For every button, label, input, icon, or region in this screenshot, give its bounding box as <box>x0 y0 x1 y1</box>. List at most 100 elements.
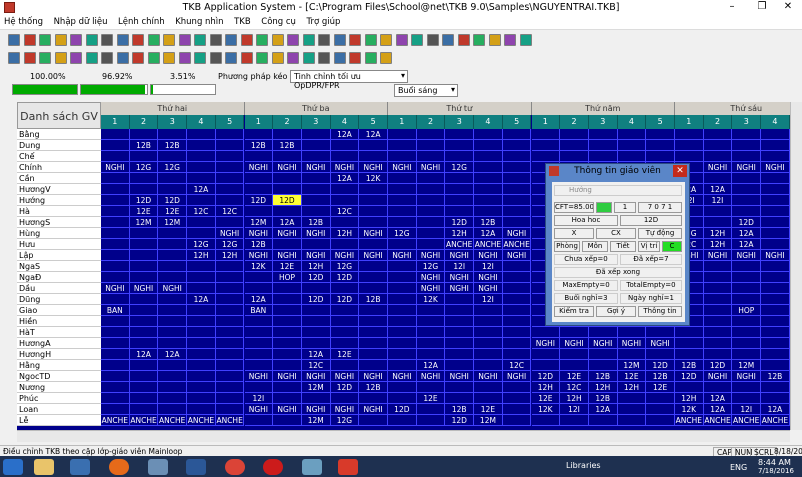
timetable-cell[interactable] <box>215 327 245 338</box>
timetable-cell[interactable]: 12M <box>129 217 159 228</box>
timetable-cell[interactable] <box>646 404 675 415</box>
timetable-cell[interactable] <box>187 283 216 294</box>
timetable-cell[interactable] <box>301 327 331 338</box>
timetable-cell[interactable] <box>732 151 762 162</box>
phong-button[interactable]: Phòng <box>554 241 580 252</box>
timetable-cell[interactable]: 12H <box>703 228 733 239</box>
timetable-cell[interactable] <box>761 349 790 360</box>
timetable-cell[interactable]: 12D <box>244 195 274 206</box>
timetable-cell[interactable]: NGHI <box>703 250 733 261</box>
timetable-cell[interactable]: NGHI <box>703 162 733 173</box>
chrome-icon[interactable] <box>225 459 245 475</box>
timetable-cell[interactable] <box>761 261 790 272</box>
timetable-cell[interactable]: 12A <box>703 393 733 404</box>
timetable-cell[interactable] <box>675 140 704 151</box>
timetable-cell[interactable] <box>388 305 417 316</box>
timetable-cell[interactable] <box>101 140 130 151</box>
timetable-cell[interactable] <box>301 129 331 140</box>
timetable-cell[interactable] <box>101 404 130 415</box>
timetable-cell[interactable] <box>129 294 159 305</box>
toolbar-button-icon[interactable] <box>101 52 113 64</box>
timetable-cell[interactable]: NGHI <box>301 404 331 415</box>
timetable-cell[interactable]: 12I <box>244 393 274 404</box>
timetable-cell[interactable] <box>761 382 790 393</box>
timetable-cell[interactable] <box>732 316 762 327</box>
timetable-cell[interactable] <box>215 371 245 382</box>
timetable-cell[interactable] <box>101 294 130 305</box>
timetable-cell[interactable] <box>761 206 790 217</box>
timetable-cell[interactable] <box>330 338 360 349</box>
timetable-cell[interactable]: 12E <box>531 393 561 404</box>
minimize-button[interactable]: – <box>718 0 746 15</box>
timetable-cell[interactable]: 12G <box>416 261 446 272</box>
timetable-cell[interactable] <box>560 327 589 338</box>
timetable-cell[interactable]: 12D <box>301 294 331 305</box>
timetable-cell[interactable] <box>502 129 532 140</box>
timetable-cell[interactable]: 12B <box>158 140 188 151</box>
timetable-cell[interactable]: 12C <box>215 206 245 217</box>
timetable-cell[interactable]: ANCHE <box>502 239 532 250</box>
timetable-cell[interactable] <box>617 327 647 338</box>
teacher-row-name[interactable]: NgaS <box>17 261 101 272</box>
timetable-cell[interactable] <box>388 316 417 327</box>
toolbar-button-icon[interactable] <box>147 52 160 64</box>
timetable-cell[interactable]: NGHI <box>359 228 388 239</box>
timetable-cell[interactable] <box>502 327 532 338</box>
timetable-cell[interactable]: NGHI <box>388 371 417 382</box>
timetable-cell[interactable] <box>761 305 790 316</box>
timetable-cell[interactable]: 12G <box>129 162 159 173</box>
toolbar-button-icon[interactable] <box>54 52 67 64</box>
toolbar-button-icon[interactable] <box>349 34 361 46</box>
timetable-cell[interactable]: ANCHE <box>158 415 188 426</box>
timetable-cell[interactable]: 12A <box>273 217 302 228</box>
timetable-cell[interactable]: 12I <box>445 261 475 272</box>
timetable-cell[interactable] <box>129 261 159 272</box>
timetable-cell[interactable] <box>388 217 417 228</box>
timetable-cell[interactable] <box>388 129 417 140</box>
teacher-row-name[interactable]: Dầu <box>17 283 101 294</box>
timetable-cell[interactable] <box>761 217 790 228</box>
timetable-cell[interactable] <box>531 349 561 360</box>
timetable-cell[interactable] <box>215 338 245 349</box>
timetable-cell[interactable] <box>158 360 188 371</box>
timetable-cell[interactable] <box>388 382 417 393</box>
vitri-button[interactable]: Vị trí <box>638 241 660 252</box>
timetable-cell[interactable] <box>187 173 216 184</box>
timetable-cell[interactable] <box>502 283 532 294</box>
teacher-row-name[interactable]: Chính <box>17 162 101 173</box>
timetable-cell[interactable]: NGHI <box>101 162 130 173</box>
timetable-cell[interactable] <box>388 140 417 151</box>
timetable-cell[interactable] <box>129 228 159 239</box>
timetable-cell[interactable] <box>244 129 274 140</box>
timetable-cell[interactable] <box>761 294 790 305</box>
timetable-cell[interactable]: NGHI <box>703 371 733 382</box>
timetable-cell[interactable] <box>560 151 589 162</box>
toolbar-button-icon[interactable] <box>70 34 82 46</box>
timetable-cell[interactable] <box>187 393 216 404</box>
timetable-cell[interactable] <box>388 206 417 217</box>
timetable-cell[interactable]: ANCHE <box>474 239 503 250</box>
timetable-cell[interactable]: 12C <box>502 360 532 371</box>
toolbar-button-icon[interactable] <box>318 34 330 46</box>
timetable-cell[interactable] <box>732 338 762 349</box>
timetable-cell[interactable] <box>732 261 762 272</box>
timetable-cell[interactable] <box>732 349 762 360</box>
timetable-cell[interactable] <box>244 206 274 217</box>
timetable-cell[interactable] <box>732 393 762 404</box>
timetable-cell[interactable]: 12K <box>675 404 704 415</box>
timetable-cell[interactable] <box>273 415 302 426</box>
timetable-cell[interactable]: 12D <box>646 360 675 371</box>
timetable-cell[interactable]: 12B <box>445 404 475 415</box>
timetable-cell[interactable] <box>560 360 589 371</box>
menu-nhap-du-lieu[interactable]: Nhập dữ liệu <box>50 15 112 29</box>
timetable-cell[interactable] <box>330 140 360 151</box>
timetable-cell[interactable]: 12A <box>244 294 274 305</box>
timetable-cell[interactable] <box>617 129 647 140</box>
timetable-cell[interactable] <box>158 338 188 349</box>
timetable-cell[interactable]: 12A <box>301 349 331 360</box>
timetable-cell[interactable]: 12M <box>301 382 331 393</box>
timetable-cell[interactable]: 12D <box>158 195 188 206</box>
timetable-cell[interactable] <box>502 316 532 327</box>
timetable-cell[interactable]: 12B <box>301 217 331 228</box>
network-icon[interactable] <box>70 459 90 475</box>
